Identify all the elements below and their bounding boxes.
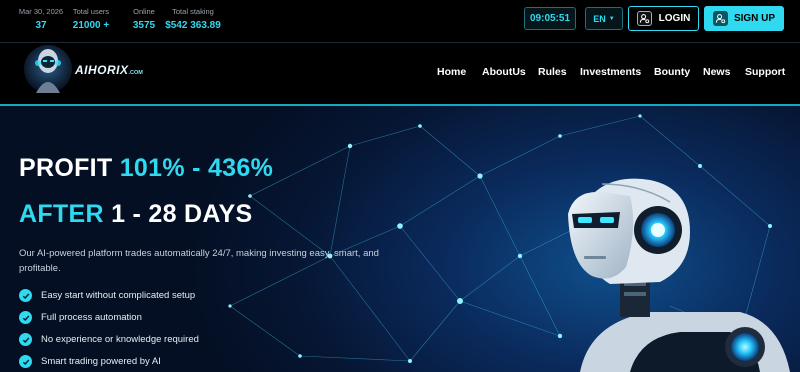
- stat-total-staking-label: Total staking: [172, 7, 214, 16]
- nav-item-bounty[interactable]: Bounty: [654, 66, 690, 78]
- feature-item: No experience or knowledge required: [19, 333, 199, 346]
- stat-date-label: Mar 30, 2026: [18, 7, 64, 16]
- brand-name: AIHORIX.COM: [75, 63, 143, 77]
- login-label: LOGIN: [658, 13, 691, 24]
- check-icon: [19, 311, 32, 324]
- login-button[interactable]: LOGIN: [628, 6, 699, 31]
- feature-text: Full process automation: [41, 312, 142, 323]
- stat-total-staking-value: $542 363.89: [165, 20, 221, 31]
- hero-headline-profit: PROFIT 101% - 436%: [19, 154, 274, 182]
- check-icon: [19, 333, 32, 346]
- hero-description: Our AI-powered platform trades automatic…: [19, 248, 379, 274]
- server-clock: 09:05:51: [524, 7, 576, 30]
- nav-item-support[interactable]: Support: [745, 66, 785, 78]
- nav-item-aboutus[interactable]: AboutUs: [482, 66, 526, 78]
- feature-text: Easy start without complicated setup: [41, 290, 196, 301]
- feature-text: Smart trading powered by AI: [41, 356, 161, 367]
- ai-robot-illustration: [568, 178, 790, 372]
- feature-item: Smart trading powered by AI: [19, 355, 161, 368]
- stat-total-staking: Total staking $542 363.89: [164, 7, 222, 32]
- stat-online-label: Online: [133, 7, 155, 16]
- nav-item-home[interactable]: Home: [437, 66, 466, 78]
- check-icon: [19, 289, 32, 302]
- hero-section: PROFIT 101% - 436% AFTER 1 - 28 DAYS Our…: [0, 106, 800, 372]
- top-stats-bar: Mar 30, 2026 37 Total users 21000 + Onli…: [0, 0, 800, 42]
- feature-item: Full process automation: [19, 311, 142, 324]
- brand-domain: .COM: [128, 70, 143, 76]
- nav-item-news[interactable]: News: [703, 66, 730, 78]
- main-navbar: AIHORIX.COM Home AboutUs Rules Investmen…: [0, 43, 800, 104]
- caret-down-icon: ▼: [608, 15, 615, 22]
- signup-label: SIGN UP: [733, 13, 776, 24]
- robot-head-logo-icon: [24, 45, 72, 93]
- language-value: EN: [593, 13, 606, 24]
- signup-button[interactable]: SIGN UP: [704, 6, 784, 31]
- nav-item-rules[interactable]: Rules: [538, 66, 567, 78]
- feature-text: No experience or knowledge required: [41, 334, 199, 345]
- feature-item: Easy start without complicated setup: [19, 289, 195, 302]
- stat-total-users-value: 21000 +: [72, 20, 110, 31]
- check-icon: [19, 355, 32, 368]
- stat-date: Mar 30, 2026 37: [14, 7, 68, 32]
- brand-logo[interactable]: AIHORIX.COM: [24, 43, 154, 101]
- stat-total-users: Total users 21000 +: [68, 7, 114, 32]
- stat-online-value: 3575: [132, 20, 156, 31]
- user-settings-icon: [712, 11, 728, 26]
- stat-online: Online 3575: [124, 7, 164, 32]
- stat-date-value: 37: [35, 20, 47, 31]
- stat-total-users-label: Total users: [72, 7, 110, 16]
- user-settings-icon: [636, 11, 652, 26]
- hero-headline-after: AFTER 1 - 28 DAYS: [19, 200, 253, 228]
- nav-item-investments[interactable]: Investments: [580, 66, 641, 78]
- language-selector[interactable]: EN ▼: [585, 7, 623, 30]
